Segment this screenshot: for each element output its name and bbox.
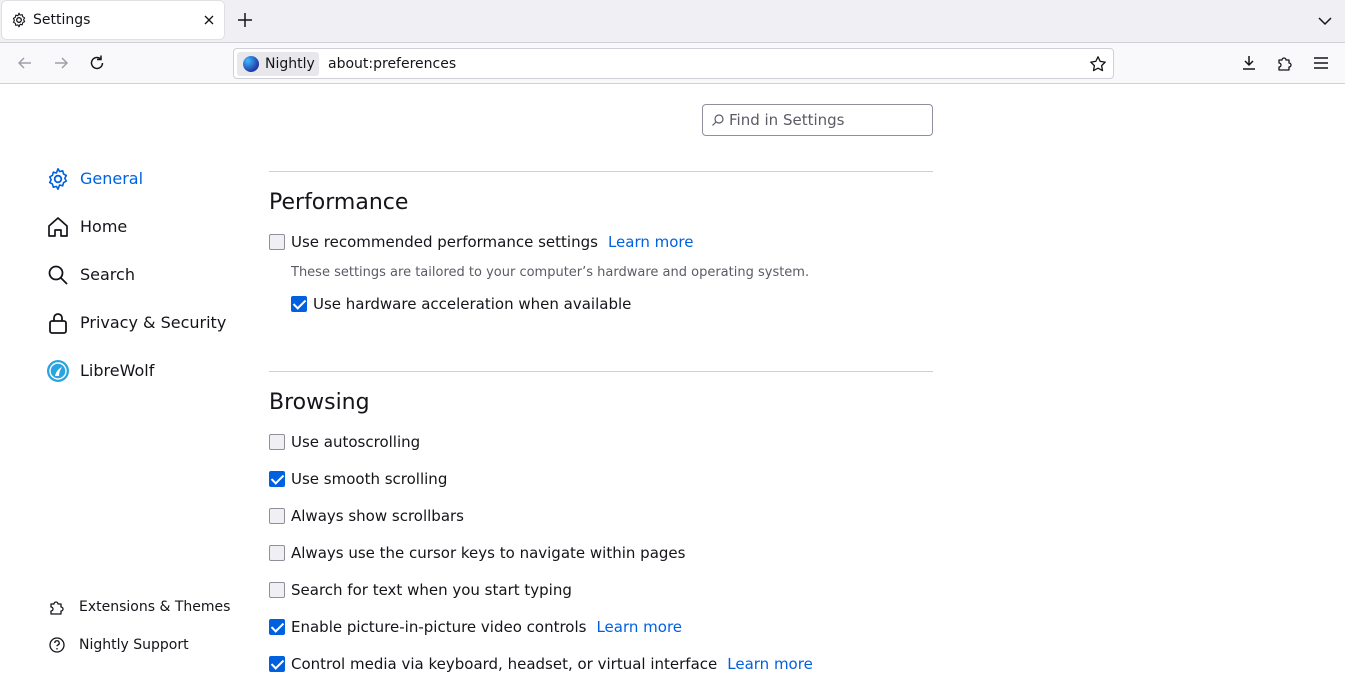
tab-settings[interactable]: Settings [2, 1, 224, 39]
option-label: Search for text when you start typing [291, 581, 572, 599]
sidebar-item-general[interactable]: General [46, 165, 246, 193]
identity-box[interactable]: Nightly [237, 52, 319, 76]
nightly-logo-icon [243, 56, 259, 72]
performance-heading: Performance [269, 190, 409, 215]
autoscrolling-checkbox[interactable] [269, 434, 285, 450]
option-label: Use autoscrolling [291, 433, 421, 451]
lock-icon [49, 313, 67, 334]
sidebar-item-label: Privacy & Security [80, 313, 227, 332]
extensions-themes-label: Extensions & Themes [79, 599, 231, 615]
hardware-acceleration-checkbox[interactable] [291, 296, 307, 312]
librewolf-icon [47, 360, 69, 382]
sidebar-item-librewolf[interactable]: LibreWolf [46, 357, 246, 385]
option-label: Always show scrollbars [291, 507, 464, 525]
chevron-down-icon[interactable] [1315, 11, 1335, 31]
menu-icon[interactable] [1312, 54, 1330, 72]
search-box[interactable] [702, 104, 933, 136]
section-divider [269, 171, 933, 172]
identity-label: Nightly [265, 56, 315, 72]
option-label: Always use the cursor keys to navigate w… [291, 544, 686, 562]
search-typing-checkbox[interactable] [269, 582, 285, 598]
extensions-themes-link[interactable]: Extensions & Themes [48, 596, 248, 618]
url-text[interactable]: about:preferences [328, 56, 456, 72]
preferences-page: General Home Search Privacy & Security L… [0, 85, 1345, 699]
new-tab-icon[interactable] [235, 10, 255, 30]
show-scrollbars-checkbox[interactable] [269, 508, 285, 524]
option-label: Use hardware acceleration when available [313, 295, 632, 313]
tab-title: Settings [33, 12, 91, 28]
sidebar-item-label: LibreWolf [80, 361, 155, 380]
search-input[interactable] [729, 110, 927, 130]
sidebar-item-privacy[interactable]: Privacy & Security [46, 309, 246, 337]
recommended-performance-checkbox[interactable] [269, 234, 285, 250]
option-label: Use smooth scrolling [291, 470, 448, 488]
sidebar-item-label: Home [80, 217, 128, 236]
support-label: Nightly Support [79, 637, 189, 653]
section-divider [269, 371, 933, 372]
close-icon[interactable] [201, 12, 217, 28]
reload-icon[interactable] [88, 54, 106, 72]
sidebar-item-label: General [80, 169, 144, 188]
learn-more-link[interactable]: Learn more [727, 655, 813, 673]
option-label: Use recommended performance settings Lear… [291, 233, 694, 251]
sidebar-item-label: Search [80, 265, 135, 284]
gear-icon [12, 12, 26, 28]
cursor-keys-checkbox[interactable] [269, 545, 285, 561]
support-link[interactable]: Nightly Support [48, 634, 248, 656]
help-icon [49, 637, 65, 653]
extensions-icon[interactable] [1276, 54, 1294, 72]
sidebar-item-search[interactable]: Search [46, 261, 246, 289]
back-icon[interactable] [16, 54, 34, 72]
forward-icon[interactable] [52, 54, 70, 72]
media-control-checkbox[interactable] [269, 656, 285, 672]
nav-bar: Nightly about:preferences [0, 42, 1345, 84]
smooth-scrolling-checkbox[interactable] [269, 471, 285, 487]
home-icon [48, 217, 68, 237]
option-label: Enable picture-in-picture video controls… [291, 618, 683, 636]
url-bar[interactable]: Nightly about:preferences [233, 48, 1114, 79]
puzzle-icon [50, 601, 64, 615]
performance-description: These settings are tailored to your comp… [291, 265, 810, 280]
search-icon [48, 265, 68, 285]
gear-icon [48, 168, 68, 190]
bookmark-star-icon[interactable] [1089, 55, 1107, 73]
downloads-icon[interactable] [1240, 54, 1258, 72]
search-icon [712, 114, 724, 126]
tab-strip: Settings [0, 0, 1345, 42]
browsing-heading: Browsing [269, 390, 370, 415]
picture-in-picture-checkbox[interactable] [269, 619, 285, 635]
learn-more-link[interactable]: Learn more [596, 618, 682, 636]
learn-more-link[interactable]: Learn more [608, 233, 694, 251]
option-label: Control media via keyboard, headset, or … [291, 655, 813, 673]
sidebar-item-home[interactable]: Home [46, 213, 246, 241]
